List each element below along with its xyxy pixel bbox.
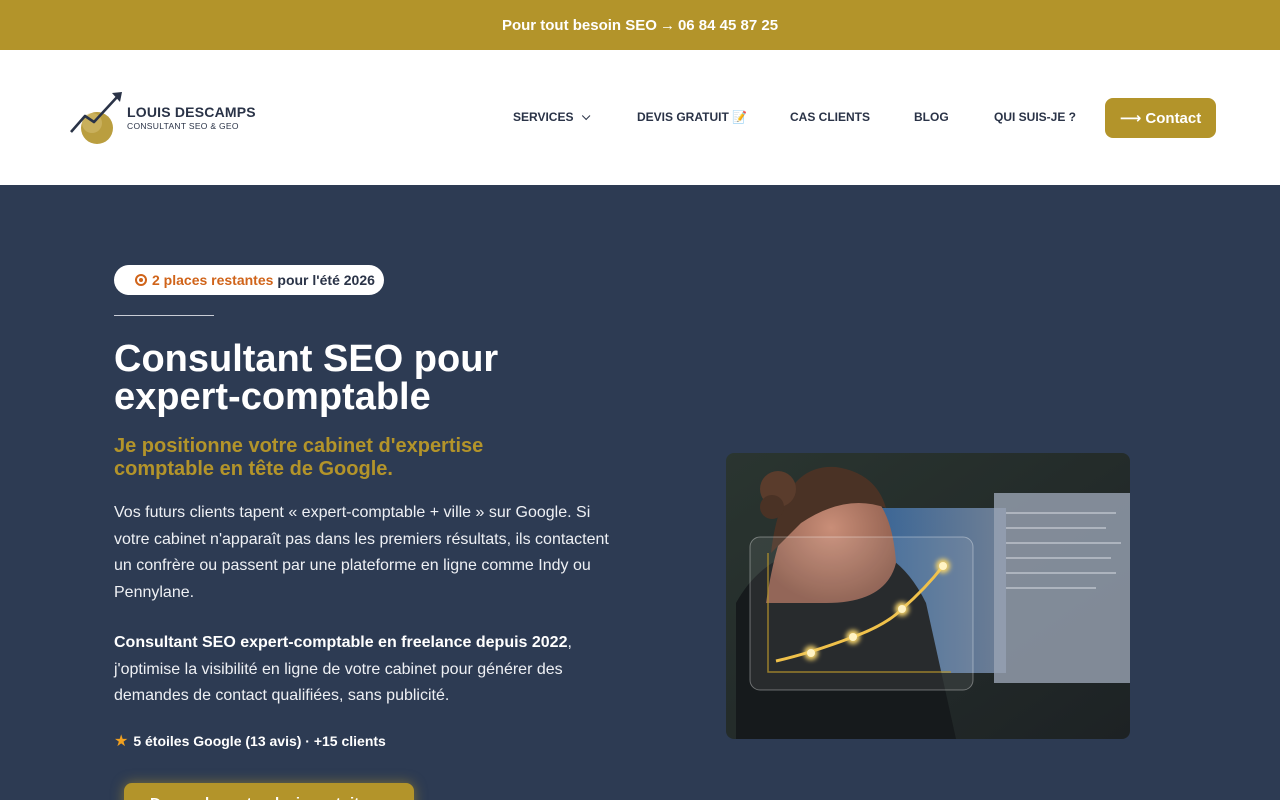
page-title: Consultant SEO pour expert-comptable xyxy=(114,338,499,418)
site-header: LOUIS DESCAMPS CONSULTANT SEO & GEO SERV… xyxy=(0,50,1280,185)
nav-item-devis-gratuit[interactable]: DEVIS GRATUIT 📝 xyxy=(637,110,747,124)
nav-item-services[interactable]: SERVICES xyxy=(513,110,591,124)
intro-paragraph: Vos futurs clients tapent « expert-compt… xyxy=(114,504,609,601)
logo-chart-icon xyxy=(70,92,122,144)
freelance-paragraph-bold: Consultant SEO expert-comptable en freel… xyxy=(114,634,568,651)
nav-item-label: QUI SUIS-JE ? xyxy=(994,110,1077,124)
rating-text: 5 étoiles Google (13 avis) · +15 clients xyxy=(133,733,386,749)
site-logo[interactable]: LOUIS DESCAMPS CONSULTANT SEO & GEO xyxy=(68,90,268,146)
quote-request-button[interactable]: Demandez votre devis gratuit xyxy=(124,783,414,800)
star-icon: ★ xyxy=(114,733,129,750)
nav-item-label: DEVIS GRATUIT 📝 xyxy=(637,110,748,124)
hero-image xyxy=(726,453,1130,739)
hero-photo-illustration xyxy=(726,453,1130,739)
announcement-bar: Pour tout besoin SEO → 06 84 45 87 25 xyxy=(0,0,1280,50)
announcement-text: Pour tout besoin SEO xyxy=(501,16,657,34)
nav-item-label: BLOG xyxy=(914,110,949,124)
nav-item-blog[interactable]: BLOG xyxy=(914,110,949,124)
chevron-down-icon xyxy=(582,111,591,121)
freelance-paragraph: Consultant SEO expert-comptable en freel… xyxy=(114,630,619,710)
google-rating: ★ 5 étoiles Google (13 avis) · +15 clien… xyxy=(114,731,386,751)
logo-subtitle: CONSULTANT SEO & GEO xyxy=(127,121,239,131)
page-subtitle: Je positionne votre cabinet d'expertise … xyxy=(114,435,484,480)
nav-item-label: SERVICES xyxy=(513,110,574,124)
contact-button[interactable]: ⟶ Contact xyxy=(1105,98,1216,138)
announcement-phone[interactable]: 06 84 45 87 25 xyxy=(678,17,778,34)
badge-highlight: 2 places restantes xyxy=(152,272,274,288)
logo-name: LOUIS DESCAMPS xyxy=(127,104,256,120)
badge-text: pour l'été 2026 xyxy=(277,272,375,288)
availability-badge: 2 places restantes pour l'été 2026 xyxy=(114,265,384,295)
nav-item-qui-suis-je[interactable]: QUI SUIS-JE ? xyxy=(994,110,1076,124)
nav-item-cas-clients[interactable]: CAS CLIENTS xyxy=(790,110,870,124)
nav-item-label: CAS CLIENTS xyxy=(790,110,871,124)
divider xyxy=(114,315,214,316)
target-icon xyxy=(135,274,147,286)
arrow-right-icon: → xyxy=(659,16,675,34)
